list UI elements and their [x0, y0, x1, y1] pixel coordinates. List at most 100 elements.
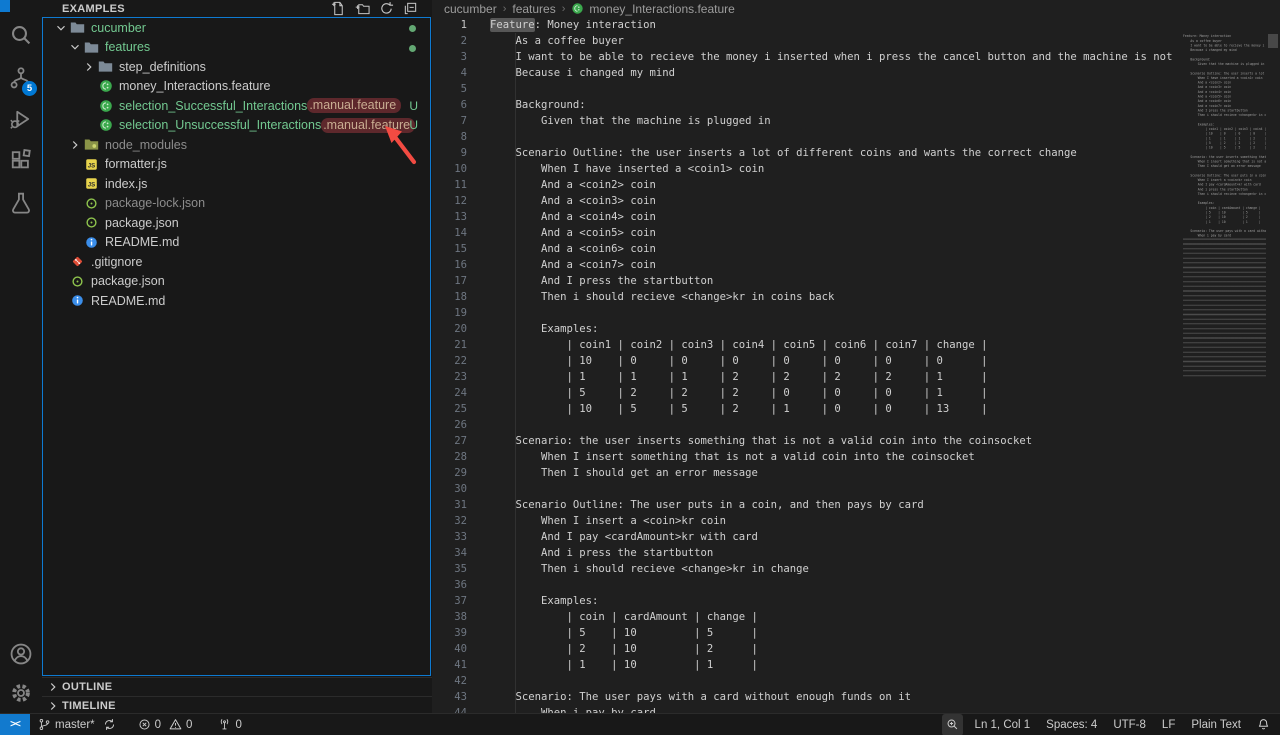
code-line[interactable]: When I insert a <coin>kr coin	[490, 513, 1280, 529]
tree-item-selection-successful-interactions[interactable]: selection_Successful_Interactions.manual…	[43, 96, 430, 116]
code-line[interactable]: And a <coin2> coin	[490, 177, 1280, 193]
code-line[interactable]: Given that the machine is plugged in	[490, 113, 1280, 129]
tree-item-package-json[interactable]: package.json	[43, 213, 430, 233]
tree-item-step-definitions[interactable]: step_definitions	[43, 57, 430, 77]
radio-tower-icon	[218, 718, 231, 731]
code-line[interactable]: | 10 | 5 | 5 | 2 | 1 | 0 | 0 | 13 |	[490, 401, 1280, 417]
editor-scrollbar[interactable]	[1266, 34, 1280, 713]
git-branch[interactable]: master*	[34, 714, 99, 735]
tree-item-package-json[interactable]: package.json	[43, 272, 430, 292]
code-line[interactable]: | 10 | 0 | 0 | 0 | 0 | 0 | 0 | 0 |	[490, 353, 1280, 369]
code-line[interactable]: And i press the startbutton	[490, 545, 1280, 561]
ports-forwarded[interactable]: 0	[214, 714, 245, 735]
breadcrumb-root[interactable]: cucumber	[444, 2, 497, 16]
sync-status[interactable]	[99, 714, 120, 735]
code-line[interactable]: And a <coin3> coin	[490, 193, 1280, 209]
minimap[interactable]: Feature: Money interaction As a coffee b…	[1183, 34, 1266, 713]
cursor-position[interactable]: Ln 1, Col 1	[971, 714, 1035, 735]
search-icon[interactable]	[0, 15, 42, 55]
code-line[interactable]: | coin | cardAmount | change |	[490, 609, 1280, 625]
tree-item-cucumber[interactable]: cucumber	[43, 18, 430, 38]
code-line[interactable]	[490, 305, 1280, 321]
code-line[interactable]: | 1 | 10 | 1 |	[490, 657, 1280, 673]
code-line[interactable]: Scenario: the user inserts something tha…	[490, 433, 1280, 449]
indentation[interactable]: Spaces: 4	[1042, 714, 1101, 735]
code-line[interactable]	[490, 417, 1280, 433]
outline-section[interactable]: OUTLINE	[42, 677, 432, 696]
breadcrumb-file[interactable]: money_Interactions.feature	[571, 2, 734, 16]
code-line[interactable]: Because i changed my mind	[490, 65, 1280, 81]
code-line[interactable]	[490, 129, 1280, 145]
code-line[interactable]: When I insert something that is not a va…	[490, 449, 1280, 465]
new-file-icon[interactable]	[330, 1, 346, 17]
testing-icon[interactable]	[0, 183, 42, 223]
collapse-all-icon[interactable]	[402, 1, 418, 17]
code-line[interactable]: | 5 | 10 | 5 |	[490, 625, 1280, 641]
svg-text:JS: JS	[88, 182, 95, 189]
new-folder-icon[interactable]	[354, 1, 370, 17]
tree-item-features[interactable]: features	[43, 38, 430, 58]
breadcrumb-folder[interactable]: features	[512, 2, 555, 16]
tree-item-index-js[interactable]: JSindex.js	[43, 174, 430, 194]
code-line[interactable]: When i pay by card	[490, 705, 1280, 713]
git-branch-label: master*	[55, 719, 95, 731]
code-editor[interactable]: 1234567891011121314151617181920212223242…	[432, 17, 1280, 713]
code-line[interactable]: When I have inserted a <coin1> coin	[490, 161, 1280, 177]
refresh-icon[interactable]	[378, 1, 394, 17]
code-line[interactable]: | 2 | 10 | 2 |	[490, 641, 1280, 657]
tree-item-readme-md[interactable]: README.md	[43, 233, 430, 253]
code-line[interactable]: And I pay <cardAmount>kr with card	[490, 529, 1280, 545]
code-line[interactable]	[490, 481, 1280, 497]
eol-label: LF	[1162, 719, 1175, 731]
code-line[interactable]: I want to be able to recieve the money i…	[490, 49, 1280, 65]
tree-item-package-lock-json[interactable]: package-lock.json	[43, 194, 430, 214]
code-line[interactable]: Feature: Money interaction	[490, 17, 1280, 33]
code-line[interactable]	[490, 577, 1280, 593]
code-line[interactable]: Then I should get an error message	[490, 465, 1280, 481]
code-line[interactable]: Then i should recieve <change>kr in chan…	[490, 561, 1280, 577]
remote-indicator[interactable]: ><	[0, 714, 30, 735]
tree-item-readme-md[interactable]: README.md	[43, 291, 430, 311]
extensions-icon[interactable]	[0, 140, 42, 180]
code-line[interactable]: | 5 | 2 | 2 | 2 | 0 | 0 | 0 | 1 |	[490, 385, 1280, 401]
language-mode[interactable]: Plain Text	[1187, 714, 1245, 735]
line-number: 22	[432, 353, 467, 369]
tree-item-node-modules[interactable]: node_modules	[43, 135, 430, 155]
code-line[interactable]: And a <coin4> coin	[490, 209, 1280, 225]
account-icon[interactable]	[0, 634, 42, 674]
tree-item-money-interactions-feature[interactable]: money_Interactions.feature	[43, 77, 430, 97]
code-line[interactable]: And a <coin7> coin	[490, 257, 1280, 273]
code-line[interactable]	[490, 673, 1280, 689]
code-line[interactable]: And a <coin6> coin	[490, 241, 1280, 257]
line-number: 13	[432, 209, 467, 225]
screencast-zoom[interactable]	[942, 714, 963, 735]
code-line[interactable]: Examples:	[490, 321, 1280, 337]
code-line[interactable]: Then i should recieve <change>kr in coin…	[490, 289, 1280, 305]
line-number: 34	[432, 545, 467, 561]
code-line[interactable]: Background:	[490, 97, 1280, 113]
code-line[interactable]: Scenario Outline: the user inserts a lot…	[490, 145, 1280, 161]
code-line[interactable]: Scenario: The user pays with a card with…	[490, 689, 1280, 705]
code-line[interactable]: And I press the startbutton	[490, 273, 1280, 289]
folder-icon	[69, 20, 86, 36]
tree-item--gitignore[interactable]: .gitignore	[43, 252, 430, 272]
chevron-down-icon[interactable]	[46, 2, 60, 16]
tree-item-selection-unsuccessful-interactions[interactable]: selection_Unsuccessful_Interactions.manu…	[43, 116, 430, 136]
eol[interactable]: LF	[1158, 714, 1179, 735]
code-line[interactable]: | 1 | 1 | 1 | 2 | 2 | 2 | 2 | 1 |	[490, 369, 1280, 385]
source-control-icon[interactable]: 5	[0, 58, 42, 98]
scrollbar-thumb[interactable]	[1268, 34, 1278, 48]
settings-icon[interactable]	[0, 673, 42, 713]
run-debug-icon[interactable]	[0, 99, 42, 139]
code-line[interactable]: Scenario Outline: The user puts in a coi…	[490, 497, 1280, 513]
encoding[interactable]: UTF-8	[1109, 714, 1150, 735]
code-line[interactable]: | coin1 | coin2 | coin3 | coin4 | coin5 …	[490, 337, 1280, 353]
code-line[interactable]: As a coffee buyer	[490, 33, 1280, 49]
code-line[interactable]: And a <coin5> coin	[490, 225, 1280, 241]
code-line[interactable]	[490, 81, 1280, 97]
code-line[interactable]: Examples:	[490, 593, 1280, 609]
warnings[interactable]: 0	[165, 714, 196, 735]
tree-item-formatter-js[interactable]: JSformatter.js	[43, 155, 430, 175]
errors[interactable]: 0	[134, 714, 165, 735]
notifications[interactable]	[1253, 714, 1274, 735]
